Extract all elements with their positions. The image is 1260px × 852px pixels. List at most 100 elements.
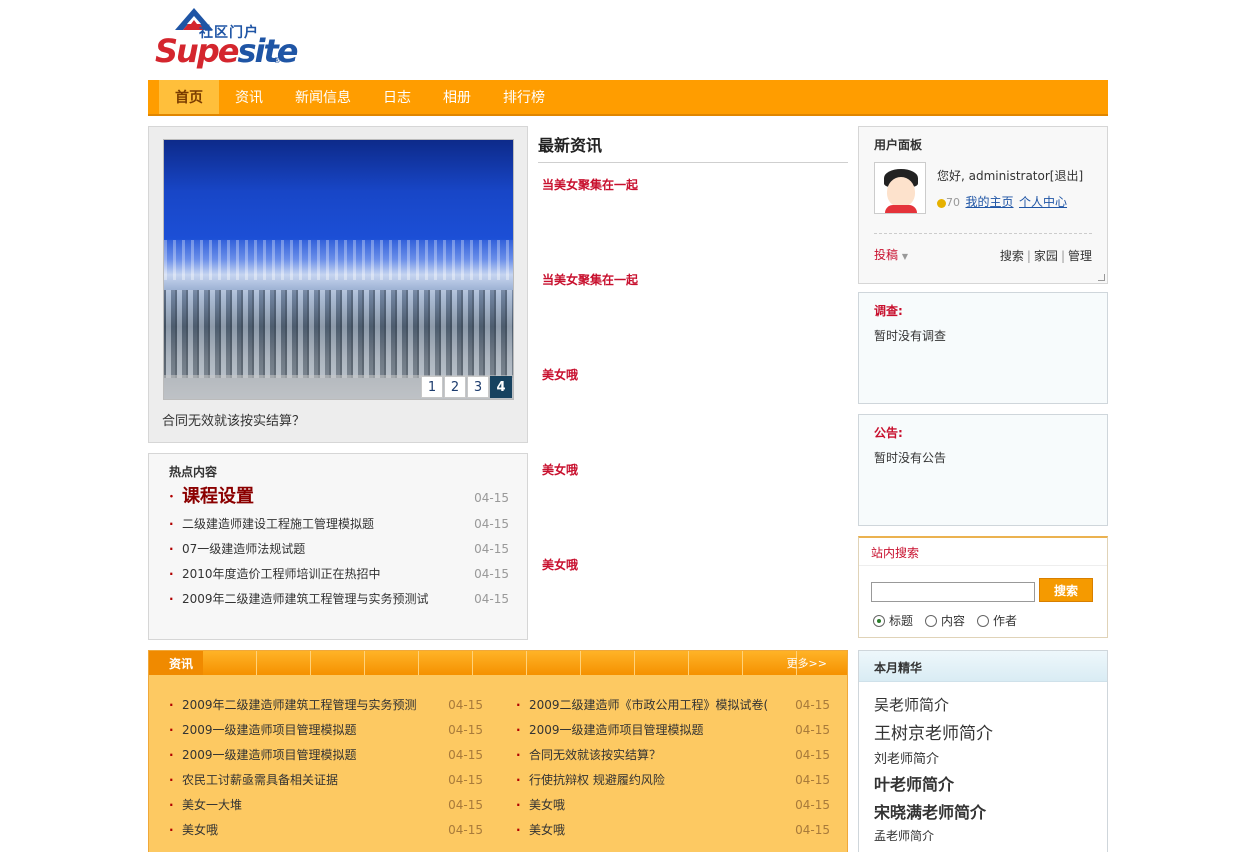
hot-item[interactable]: 课程设置 04-15 [169,482,509,512]
nav-item-album[interactable]: 相册 [427,80,487,114]
user-panel: 用户面板 您好, administrator[退出] 70 我的主页 个人中心 … [858,126,1108,284]
search-option-author[interactable]: 作者 [977,612,1017,629]
latest-news-item[interactable]: 当美女聚集在一起 [538,258,848,353]
search-divider [859,565,1107,566]
news-item[interactable]: 美女哦 04-15 [516,793,830,818]
news-item[interactable]: 2009二级建造师《市政公用工程》模拟试卷( 04-15 [516,693,830,718]
hot-item-title[interactable]: 2009年二级建造师建筑工程管理与实务预测试 [182,592,429,606]
slideshow-box: 1 2 3 4 合同无效就该按实结算？ [148,126,528,443]
slideshow-caption[interactable]: 合同无效就该按实结算？ [162,410,305,429]
hot-item[interactable]: 二级建造师建设工程施工管理模拟题 04-15 [169,512,509,537]
news-item-title[interactable]: 2009年二级建造师建筑工程管理与实务预测 [182,693,417,718]
hot-item-title[interactable]: 课程设置 [182,486,254,507]
avatar[interactable] [874,162,926,214]
news-item[interactable]: 2009一级建造师项目管理模拟题 04-15 [169,718,483,743]
link-separator: | [1060,249,1065,263]
logo-reg: ® [273,56,281,65]
search-option-title[interactable]: 标题 [873,612,913,629]
search-input[interactable] [871,582,1035,602]
news-item-title[interactable]: 农民工讨薪亟需具备相关证据 [182,768,338,793]
latest-news-list: 当美女聚集在一起 当美女聚集在一起 美女哦 美女哦 美女哦 [538,163,848,638]
news-section-title[interactable]: 资讯 [149,651,203,675]
pager-page-4[interactable]: 4 [490,376,512,398]
monthly-picks-list: 吴老师简介 王树京老师简介 刘老师简介 叶老师简介 宋晓满老师简介 孟老师简介 [859,682,1107,844]
news-item[interactable]: 2009一级建造师项目管理模拟题 04-15 [169,743,483,768]
news-item[interactable]: 美女哦 04-15 [516,818,830,843]
user-greeting[interactable]: 您好, administrator[退出] [937,167,1083,184]
latest-news-item[interactable]: 当美女聚集在一起 [538,163,848,258]
pick-item[interactable]: 刘老师简介 [874,748,1107,767]
news-item-title[interactable]: 行使抗辩权 规避履约风险 [529,768,665,793]
hot-item-title[interactable]: 二级建造师建设工程施工管理模拟题 [182,517,374,531]
site-logo[interactable]: 社区门户 Supesite ® [155,8,298,70]
news-item-title[interactable]: 2009一级建造师项目管理模拟题 [529,718,704,743]
news-item[interactable]: 农民工讨薪亟需具备相关证据 04-15 [169,768,483,793]
pick-item[interactable]: 孟老师简介 [874,827,1107,844]
submit-label[interactable]: 投稿 [874,248,898,262]
survey-box: 调查: 暂时没有调查 [858,292,1108,404]
news-item-title[interactable]: 美女哦 [529,793,565,818]
hot-content-box: 热点内容 课程设置 04-15 二级建造师建设工程施工管理模拟题 04-15 07一… [148,453,528,640]
pager-page-3[interactable]: 3 [467,376,489,398]
news-item-title[interactable]: 美女哦 [529,818,565,843]
pick-item[interactable]: 吴老师简介 [874,694,1107,715]
survey-text: 暂时没有调查 [874,329,947,343]
news-item-date: 04-15 [795,823,830,837]
latest-news-item[interactable]: 美女哦 [538,353,848,448]
news-item[interactable]: 2009一级建造师项目管理模拟题 04-15 [516,718,830,743]
personal-center-link[interactable]: 个人中心 [1019,195,1067,209]
news-item-title[interactable]: 美女哦 [182,818,218,843]
nav-item-blog[interactable]: 日志 [367,80,427,114]
hot-item-title[interactable]: 2010年度造价工程师培训正在热招中 [182,567,381,581]
survey-title: 调查: [874,304,903,318]
pager-page-2[interactable]: 2 [444,376,466,398]
latest-news-title: 最新资讯 [538,126,848,163]
news-item[interactable]: 合同无效就该按实结算？ 04-15 [516,743,830,768]
nav-item-ranking[interactable]: 排行榜 [487,80,561,114]
pick-item[interactable]: 王树京老师简介 [874,719,1107,744]
news-item-title[interactable]: 2009二级建造师《市政公用工程》模拟试卷( [529,693,768,718]
pager-page-1[interactable]: 1 [421,376,443,398]
news-item-date: 04-15 [448,723,483,737]
user-credits: 70 我的主页 个人中心 [937,193,1067,210]
monthly-picks-title: 本月精华 [874,661,923,675]
slideshow-image[interactable]: 1 2 3 4 [163,139,514,400]
news-item-title[interactable]: 美女一大堆 [182,793,242,818]
news-item-title[interactable]: 合同无效就该按实结算？ [529,743,661,768]
hot-item-title[interactable]: 07一级建造师法规试题 [182,542,305,556]
news-item[interactable]: 美女一大堆 04-15 [169,793,483,818]
search-option-content[interactable]: 内容 [925,612,965,629]
search-button[interactable]: 搜索 [1039,578,1093,602]
my-home-link[interactable]: 我的主页 [966,195,1014,209]
radio-checked-icon[interactable] [873,614,885,627]
home-link[interactable]: 家园 [1034,249,1058,263]
radio-icon[interactable] [977,614,990,627]
nav-item-news[interactable]: 资讯 [219,80,279,114]
pick-item[interactable]: 叶老师简介 [874,771,1107,795]
search-link[interactable]: 搜索 [1000,249,1024,263]
manage-link[interactable]: 管理 [1068,249,1092,263]
latest-news-item[interactable]: 美女哦 [538,448,848,543]
news-item[interactable]: 2009年二级建造师建筑工程管理与实务预测 04-15 [169,693,483,718]
hot-item[interactable]: 07一级建造师法规试题 04-15 [169,537,509,562]
hot-item-date: 04-15 [474,567,509,581]
hot-item[interactable]: 2009年二级建造师建筑工程管理与实务预测试 04-15 [169,587,509,612]
news-item[interactable]: 行使抗辩权 规避履约风险 04-15 [516,768,830,793]
news-more-link[interactable]: 更多>> [787,651,827,677]
notice-box: 公告: 暂时没有公告 [858,414,1108,526]
latest-news-item[interactable]: 美女哦 [538,543,848,638]
hot-item-date: 04-15 [474,592,509,606]
site-search-title: 站内搜索 [871,546,920,560]
latest-news: 最新资讯 当美女聚集在一起 当美女聚集在一起 美女哦 美女哦 美女哦 [538,126,848,626]
news-item-date: 04-15 [795,698,830,712]
pick-item[interactable]: 宋晓满老师简介 [874,799,1107,823]
news-item-title[interactable]: 2009一级建造师项目管理模拟题 [182,718,357,743]
news-item-title[interactable]: 2009一级建造师项目管理模拟题 [182,743,357,768]
radio-icon[interactable] [925,614,938,627]
nav-item-home[interactable]: 首页 [159,80,219,114]
slideshow-pager: 1 2 3 4 [420,376,512,398]
submit-menu[interactable]: 投稿 ▼ [874,246,908,263]
hot-item[interactable]: 2010年度造价工程师培训正在热招中 04-15 [169,562,509,587]
news-item[interactable]: 美女哦 04-15 [169,818,483,843]
nav-item-news-info[interactable]: 新闻信息 [279,80,367,114]
